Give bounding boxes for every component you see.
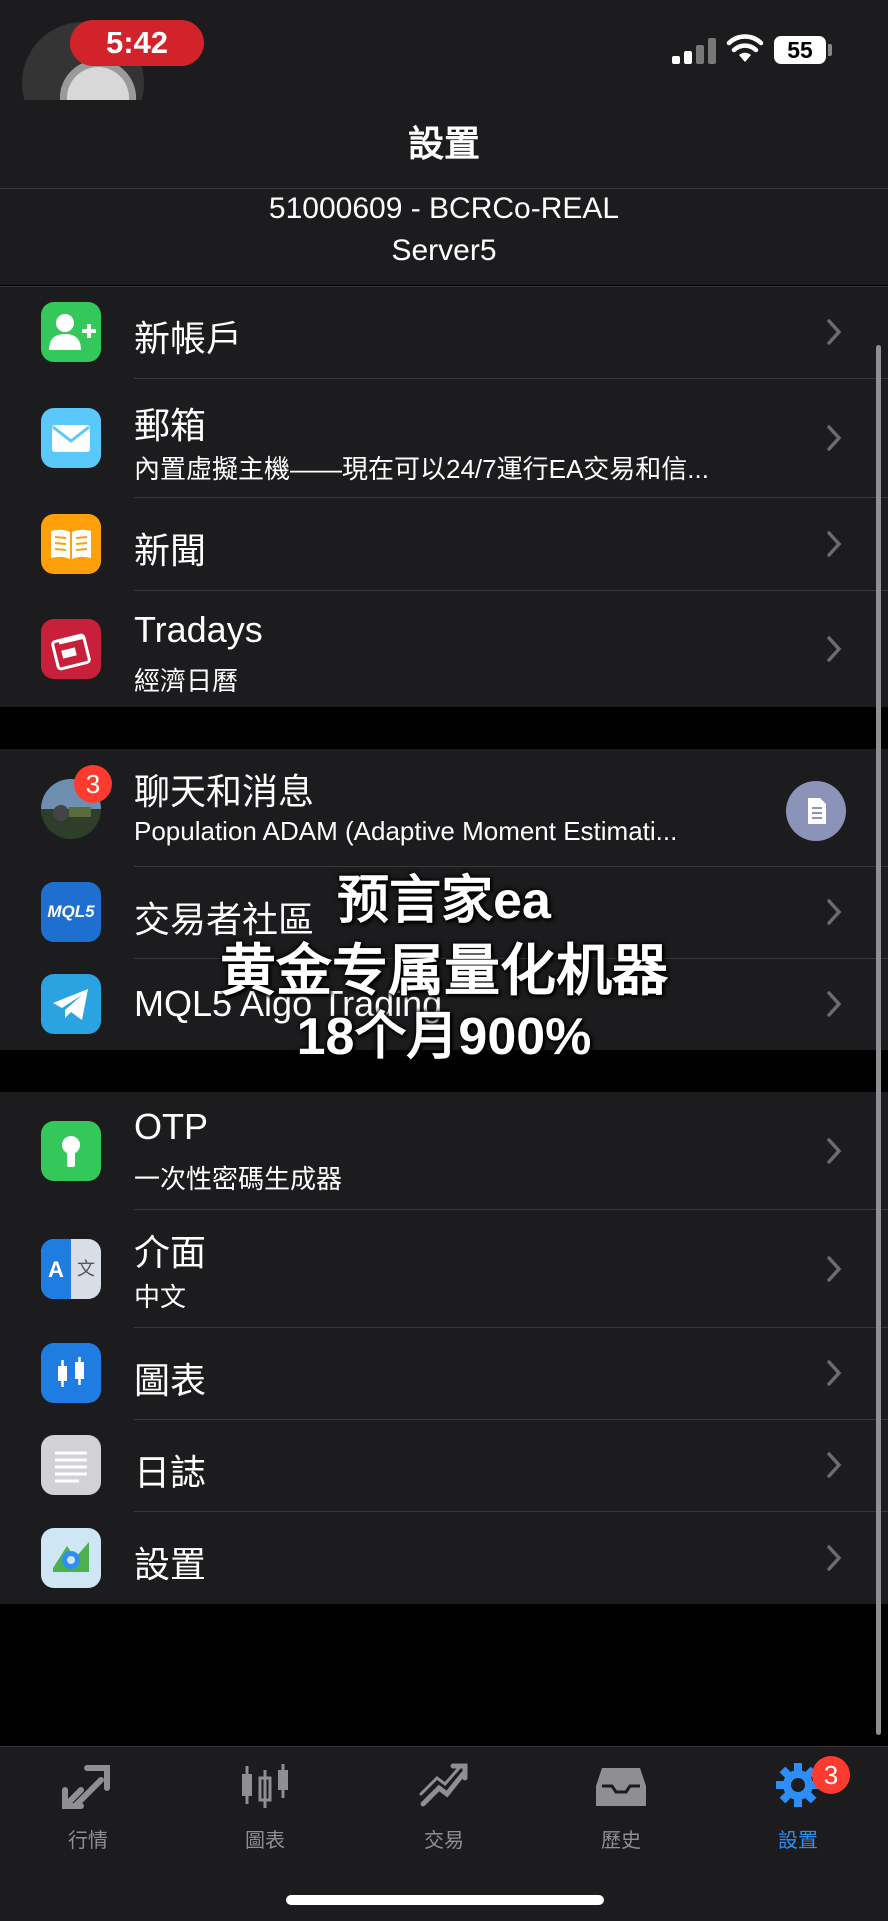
battery-level: 55 bbox=[774, 36, 826, 64]
svg-text:文: 文 bbox=[77, 1259, 95, 1280]
settings-item-subtitle: 一次性密碼生成器 bbox=[134, 1164, 343, 1194]
settings-item-chat[interactable]: 3 聊天和消息 Population ADAM (Adaptive Moment… bbox=[0, 749, 888, 866]
battery-icon bbox=[828, 44, 832, 56]
settings-item-label: Tradays bbox=[134, 609, 263, 650]
cellular-signal-icon bbox=[672, 38, 716, 64]
tab-label-history: 歷史 bbox=[601, 1830, 641, 1852]
wifi-icon bbox=[726, 34, 764, 62]
chevron-right-icon bbox=[827, 531, 842, 557]
settings-item-label: 圖表 bbox=[134, 1360, 207, 1401]
svg-text:A: A bbox=[48, 1257, 64, 1282]
settings-item-label: 設置 bbox=[134, 1544, 207, 1585]
chat-unread-badge: 3 bbox=[74, 765, 112, 803]
chevron-right-icon bbox=[827, 1360, 842, 1386]
settings-item-charts[interactable]: 圖表 bbox=[0, 1328, 888, 1419]
settings-item-label: 日誌 bbox=[134, 1452, 207, 1493]
chevron-right-icon bbox=[827, 636, 842, 662]
quotes-icon bbox=[62, 1765, 110, 1809]
settings-item-subtitle: 經濟日曆 bbox=[134, 666, 239, 696]
tab-label-trade: 交易 bbox=[424, 1830, 464, 1852]
chevron-right-icon bbox=[827, 1545, 842, 1571]
document-icon[interactable] bbox=[786, 781, 846, 841]
settings-item-subtitle: 內置虛擬主機——現在可以24/7運行EA交易和信... bbox=[134, 454, 709, 484]
tab-label-charts: 圖表 bbox=[245, 1830, 285, 1852]
settings-group-accounts: 新帳戶 郵箱 內置虛擬主機——現在可以24/7運行EA交易和信... 新聞 Tr… bbox=[0, 286, 888, 707]
chevron-right-icon bbox=[827, 1452, 842, 1478]
trade-icon bbox=[419, 1763, 468, 1807]
settings-item-new-account[interactable]: 新帳戶 bbox=[0, 286, 888, 378]
language-icon: A 文 bbox=[41, 1239, 101, 1299]
settings-item-mailbox[interactable]: 郵箱 內置虛擬主機——現在可以24/7運行EA交易和信... bbox=[0, 379, 888, 497]
calendar-icon bbox=[41, 619, 101, 679]
page-title: 設置 bbox=[407, 123, 480, 164]
settings-item-label: 介面 bbox=[134, 1232, 207, 1273]
account-number: 51000609 - BCRCo-REAL bbox=[268, 192, 620, 225]
settings-item-label: OTP bbox=[134, 1106, 209, 1147]
add-user-icon bbox=[41, 302, 101, 362]
settings-tab-badge: 3 bbox=[812, 1756, 850, 1794]
settings-item-label: 聊天和消息 bbox=[134, 771, 315, 812]
journal-icon bbox=[41, 1435, 101, 1495]
settings-item-tradays[interactable]: Tradays 經濟日曆 bbox=[0, 591, 888, 707]
history-icon bbox=[596, 1768, 646, 1806]
settings-item-label: 新帳戶 bbox=[134, 318, 243, 359]
mail-icon bbox=[41, 408, 101, 468]
chevron-right-icon bbox=[827, 319, 842, 345]
settings-item-label: 新聞 bbox=[134, 530, 207, 571]
chevron-right-icon bbox=[827, 1256, 842, 1282]
overlay-caption-line1: 预言家ea bbox=[337, 872, 551, 930]
settings-item-subtitle: Population ADAM (Adaptive Moment Estimat… bbox=[134, 816, 678, 846]
settings-item-subtitle: 中文 bbox=[134, 1282, 187, 1312]
settings-item-label: 郵箱 bbox=[134, 405, 207, 446]
overlay-caption-line3: 18个月900% bbox=[296, 1008, 592, 1066]
chevron-right-icon bbox=[827, 425, 842, 451]
settings-item-interface[interactable]: A 文 介面 中文 bbox=[0, 1210, 888, 1327]
chart-icon bbox=[41, 1343, 101, 1403]
chevron-right-icon bbox=[827, 1138, 842, 1164]
settings-item-settings[interactable]: 設置 bbox=[0, 1512, 888, 1604]
settings-group-tools: OTP 一次性密碼生成器 A 文 介面 中文 圖表 日誌 設置 bbox=[0, 1092, 888, 1604]
settings-app-icon bbox=[41, 1528, 101, 1588]
status-time: 5:42 bbox=[70, 20, 204, 66]
otp-icon bbox=[41, 1121, 101, 1181]
tab-label-settings: 設置 bbox=[778, 1830, 818, 1852]
home-indicator bbox=[286, 1895, 604, 1905]
settings-item-news[interactable]: 新聞 bbox=[0, 498, 888, 590]
account-server: Server5 bbox=[391, 234, 497, 267]
book-icon bbox=[41, 514, 101, 574]
settings-item-journal[interactable]: 日誌 bbox=[0, 1420, 888, 1511]
settings-item-otp[interactable]: OTP 一次性密碼生成器 bbox=[0, 1092, 888, 1209]
charts-icon bbox=[242, 1764, 288, 1808]
tab-label-quotes: 行情 bbox=[68, 1830, 108, 1852]
